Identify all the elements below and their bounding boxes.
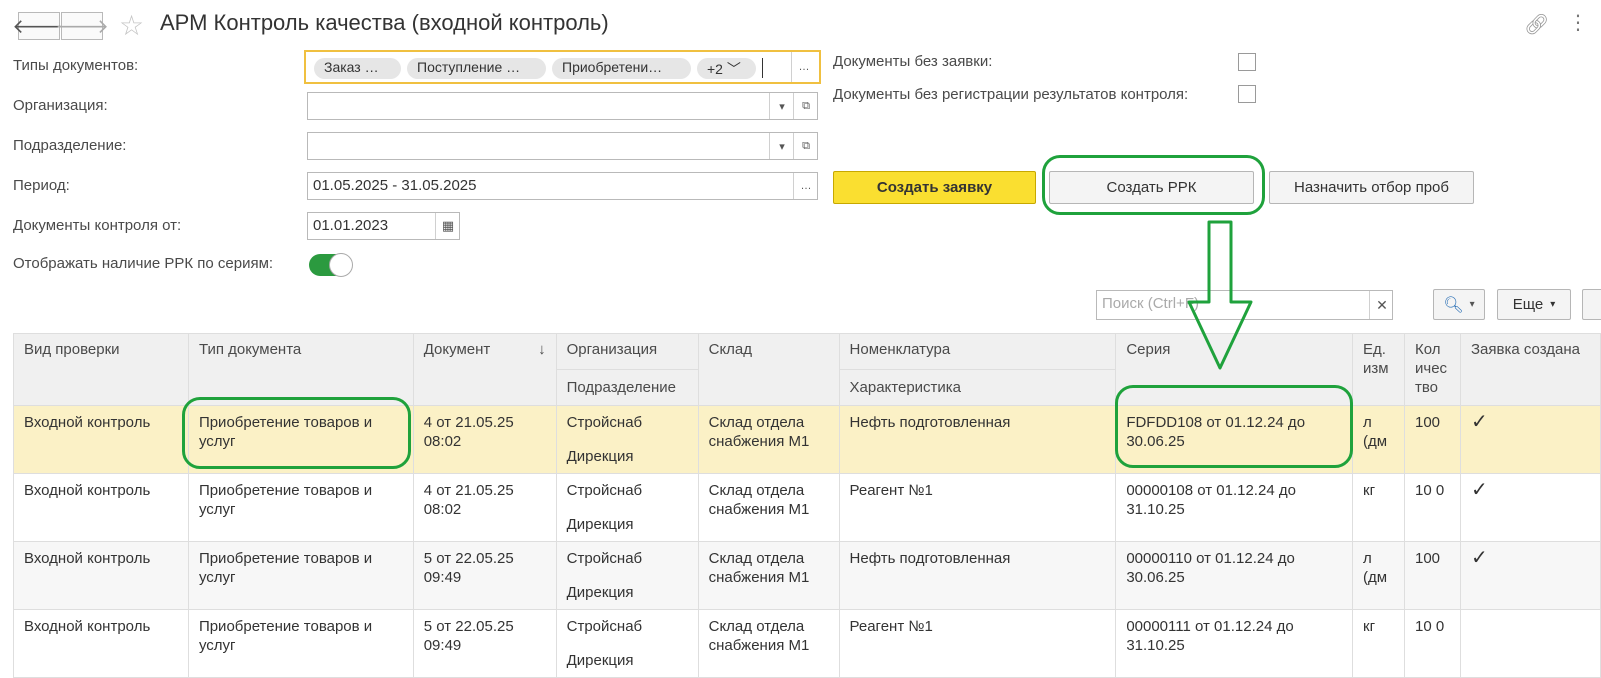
- check-icon: ✓: [1459, 405, 1601, 474]
- col-check-type[interactable]: Вид проверки: [13, 333, 189, 406]
- show-rrk-toggle[interactable]: [309, 253, 353, 277]
- clear-search-icon[interactable]: ✕: [1369, 291, 1394, 319]
- control-from-field[interactable]: 01.01.2023 ▦: [307, 212, 460, 240]
- toggle-knob: [329, 253, 353, 277]
- star-icon[interactable]: ☆: [119, 9, 144, 42]
- dropdown-icon[interactable]: ▾: [769, 133, 794, 159]
- show-rrk-label: Отображать наличие РРК по сериям:: [13, 255, 274, 272]
- col-qty[interactable]: Кол ичес тво: [1404, 333, 1461, 406]
- help-button[interactable]: [1582, 289, 1601, 320]
- col-warehouse[interactable]: Склад: [697, 333, 840, 406]
- create-request-button[interactable]: Создать заявку: [833, 171, 1036, 204]
- no-control-checkbox[interactable]: [1238, 85, 1256, 103]
- assign-samples-button[interactable]: Назначить отбор проб: [1269, 171, 1474, 204]
- highlight-create-rrk: [1042, 155, 1265, 215]
- calendar-icon[interactable]: ▦: [435, 213, 460, 239]
- table-row[interactable]: Входной контроль Приобретение товаров и …: [13, 541, 1601, 610]
- no-request-checkbox[interactable]: [1238, 53, 1256, 71]
- doc-types-field[interactable]: Заказ … Поступление … Приобретени… +2 ﹀ …: [304, 50, 821, 84]
- col-request-created[interactable]: Заявка создана: [1459, 333, 1601, 406]
- doc-types-label: Типы документов:: [13, 57, 139, 74]
- page-title: АРМ Контроль качества (входной контроль): [160, 10, 609, 35]
- open-icon[interactable]: ⧉: [793, 93, 818, 119]
- subdivision-field[interactable]: ▾ ⧉: [307, 132, 818, 160]
- check-icon: [1459, 609, 1601, 678]
- documents-table: Вид проверки Тип документа Документ ↓ Ор…: [13, 333, 1601, 678]
- doc-type-chip[interactable]: Поступление …: [407, 58, 546, 79]
- col-unit[interactable]: Ед. изм: [1352, 333, 1405, 406]
- subdivision-label: Подразделение:: [13, 137, 127, 154]
- text-cursor: [762, 58, 763, 78]
- period-field[interactable]: 01.05.2025 - 31.05.2025 …: [307, 172, 818, 200]
- check-icon: ✓: [1459, 541, 1601, 610]
- search-button[interactable]: 🔍︎ ▾: [1433, 289, 1485, 320]
- menu-dots-icon[interactable]: ⋮: [1568, 10, 1588, 35]
- no-request-label: Документы без заявки:: [833, 53, 993, 70]
- control-from-label: Документы контроля от:: [13, 217, 182, 234]
- doc-type-chip[interactable]: Заказ …: [314, 58, 401, 79]
- period-select-button[interactable]: …: [793, 173, 818, 199]
- highlight-series: [1115, 385, 1353, 468]
- col-document[interactable]: Документ ↓: [412, 333, 557, 406]
- arrow-down-annotation: [1187, 220, 1253, 370]
- select-button[interactable]: …: [791, 52, 816, 82]
- col-doc-type[interactable]: Тип документа: [187, 333, 414, 406]
- organization-field[interactable]: ▾ ⧉: [307, 92, 818, 120]
- check-icon: ✓: [1459, 473, 1601, 542]
- forward-button[interactable]: 🡒: [55, 12, 109, 40]
- col-organization[interactable]: Организация Подразделение: [555, 333, 699, 406]
- dropdown-icon[interactable]: ▾: [769, 93, 794, 119]
- arrow-right-icon: 🡒: [55, 15, 109, 38]
- col-nomenclature[interactable]: Номенклатура Характеристика: [838, 333, 1117, 406]
- table-row[interactable]: Входной контроль Приобретение товаров и …: [13, 473, 1601, 542]
- back-button[interactable]: 🡐: [12, 12, 66, 40]
- sort-desc-icon: ↓: [538, 341, 546, 358]
- more-types-chip[interactable]: +2 ﹀: [697, 58, 756, 79]
- more-button[interactable]: Еще ▾: [1497, 289, 1571, 320]
- highlight-doc-type: [182, 397, 411, 469]
- chevron-down-icon: ﹀: [726, 61, 741, 77]
- search-icon: 🔍︎: [1443, 296, 1464, 314]
- period-label: Период:: [13, 177, 70, 194]
- doc-type-chip[interactable]: Приобретени…: [552, 58, 691, 79]
- link-icon[interactable]: 🔗︎: [1524, 12, 1549, 37]
- open-icon[interactable]: ⧉: [793, 133, 818, 159]
- no-control-label: Документы без регистрации результатов ко…: [833, 86, 1189, 103]
- organization-label: Организация:: [13, 97, 108, 114]
- table-row[interactable]: Входной контроль Приобретение товаров и …: [13, 609, 1601, 678]
